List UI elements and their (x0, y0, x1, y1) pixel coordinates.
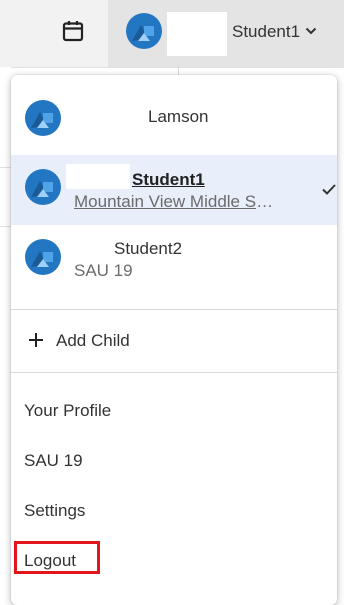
account-item-student1[interactable]: Student1 Mountain View Middle School (11, 155, 337, 225)
calendar-button[interactable] (52, 10, 94, 52)
logout-highlight-box (14, 541, 100, 574)
your-profile-label: Your Profile (24, 401, 112, 420)
divider (11, 309, 337, 310)
redacted-name (66, 164, 130, 189)
account-dropdown: Lamson Student1 Mountain View Middle Sch… (11, 75, 337, 605)
settings-link[interactable]: Settings (11, 489, 337, 533)
plus-icon (29, 333, 43, 347)
account-name: Student2 (114, 239, 183, 258)
account-school[interactable]: Mountain View Middle School (74, 192, 274, 212)
avatar (25, 239, 61, 275)
account-name[interactable]: Student1 (132, 170, 205, 190)
account-item-student2[interactable]: Student2 SAU 19 (11, 225, 337, 309)
avatar (126, 13, 162, 49)
background-divider (0, 226, 11, 227)
add-child-label: Add Child (56, 331, 130, 350)
user-menu-button[interactable]: Student1 (108, 0, 344, 67)
divider (11, 372, 337, 373)
current-user-name: Student1 (232, 22, 301, 41)
top-bar: Student1 (0, 0, 344, 68)
district-label: SAU 19 (24, 451, 83, 470)
check-icon (322, 184, 336, 195)
add-child-button[interactable]: Add Child (11, 319, 337, 363)
your-profile-link[interactable]: Your Profile (11, 389, 337, 433)
background-page (0, 67, 11, 594)
settings-label: Settings (24, 501, 86, 520)
account-name: Lamson (148, 107, 209, 126)
avatar (25, 100, 61, 136)
account-district: SAU 19 (74, 261, 133, 280)
avatar (25, 169, 61, 205)
redacted-name (167, 12, 227, 56)
chevron-down-icon (305, 27, 317, 35)
district-link[interactable]: SAU 19 (11, 439, 337, 483)
calendar-icon (62, 21, 84, 42)
account-item-lamson[interactable]: Lamson (11, 75, 337, 155)
background-divider (0, 167, 11, 168)
